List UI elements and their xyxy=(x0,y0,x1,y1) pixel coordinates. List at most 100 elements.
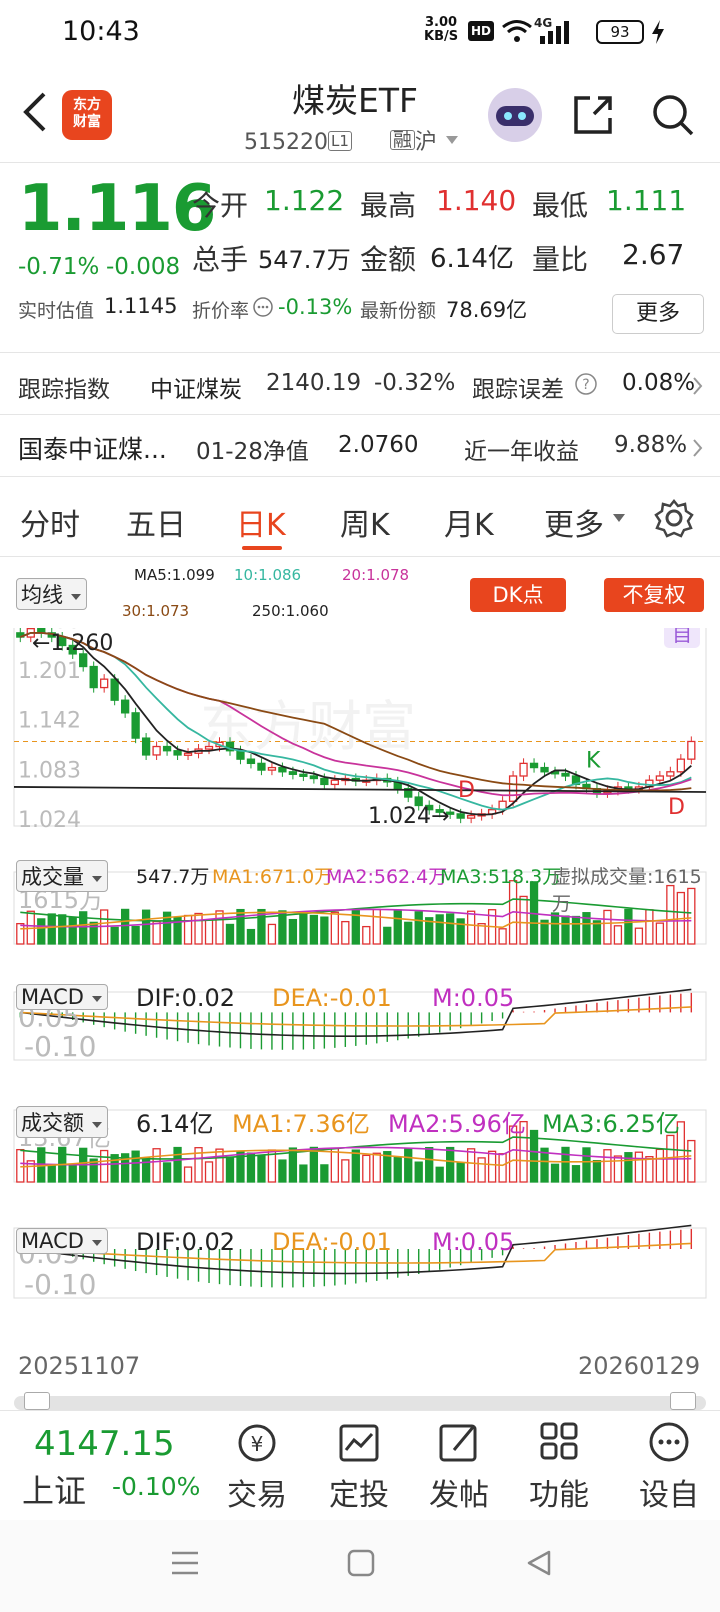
tracking-index-value: 2140.19 xyxy=(266,370,362,396)
macd2-selector[interactable]: MACD xyxy=(16,1228,108,1254)
candle-body xyxy=(687,740,696,760)
assistant-avatar[interactable] xyxy=(488,88,542,142)
candle-body xyxy=(120,699,130,714)
ma5-label: MA5:1.099 xyxy=(134,566,215,584)
scroll-handle-left[interactable] xyxy=(24,1392,50,1410)
ma-selector[interactable]: 均线 xyxy=(16,578,87,610)
trade-icon[interactable]: ¥ xyxy=(232,1420,282,1466)
volume-bar xyxy=(89,921,98,945)
volume-bar xyxy=(246,928,256,945)
chevron-down-icon xyxy=(91,1240,102,1246)
max-price-label: ←1.260 xyxy=(32,631,113,656)
chevron-right-icon[interactable] xyxy=(692,438,704,458)
volume-indicator-selector[interactable]: 成交量 xyxy=(16,860,108,892)
volume-bar xyxy=(383,926,392,945)
fund-name[interactable]: 国泰中证煤... xyxy=(18,430,167,466)
candle-body xyxy=(466,814,476,819)
macd2-m: M:0.05 xyxy=(432,1228,515,1256)
volume-bar xyxy=(393,1156,402,1183)
scroll-handle-right[interactable] xyxy=(670,1392,696,1410)
chevron-down-icon xyxy=(70,594,81,600)
volume-bar xyxy=(362,1154,371,1183)
battery-icon: 93 xyxy=(596,20,644,44)
macd-y-label: -0.10 xyxy=(24,1030,96,1063)
tab-more[interactable]: 更多 xyxy=(544,500,604,544)
tab-five-day[interactable]: 五日 xyxy=(126,500,186,544)
volume-bar xyxy=(571,1165,581,1183)
invest-plan-label[interactable]: 定投 xyxy=(309,1470,409,1514)
watchlist-label[interactable]: 设自 xyxy=(619,1470,719,1514)
ma250-label: 250:1.060 xyxy=(252,602,329,620)
macd-selector[interactable]: MACD xyxy=(16,984,108,1010)
volume-bar xyxy=(288,918,298,945)
candle-body xyxy=(655,775,665,781)
back-nav-icon[interactable] xyxy=(524,1548,554,1578)
trade-label[interactable]: 交易 xyxy=(207,1470,307,1514)
more-dots-icon[interactable] xyxy=(644,1420,694,1466)
shares-label: 最新份额 xyxy=(360,300,437,322)
y-axis-label: 1.142 xyxy=(18,709,81,734)
candle-body xyxy=(131,712,140,739)
candle-body xyxy=(110,678,119,701)
start-date: 20251107 xyxy=(18,1352,141,1380)
volume-bar xyxy=(330,1147,339,1183)
post-icon[interactable] xyxy=(434,1420,484,1466)
info-icon[interactable] xyxy=(252,296,274,318)
share-icon[interactable] xyxy=(570,92,616,138)
volume-bar xyxy=(162,1162,172,1183)
back-icon[interactable] xyxy=(16,90,56,134)
help-icon[interactable]: ? xyxy=(574,372,598,396)
home-icon[interactable] xyxy=(346,1548,376,1578)
svg-text:?: ? xyxy=(582,377,589,393)
premium-value: -0.13% xyxy=(278,295,353,319)
sh-index-name[interactable]: 上证 xyxy=(22,1466,86,1512)
tab-monthly-k[interactable]: 月K xyxy=(444,500,494,544)
volume-bar xyxy=(225,923,235,945)
volume-bar xyxy=(100,1149,109,1183)
volume-bar xyxy=(120,908,130,945)
post-label[interactable]: 发帖 xyxy=(409,1470,509,1514)
scroll-track[interactable] xyxy=(14,1396,706,1410)
network-speed: 3.00 KB/S xyxy=(424,15,459,44)
volume-bar xyxy=(571,915,581,945)
volume-bar xyxy=(141,909,151,945)
volume-bar xyxy=(393,909,402,945)
volume-bar xyxy=(320,1164,329,1183)
chevron-down-icon xyxy=(613,514,625,522)
volume-bar xyxy=(592,1159,602,1183)
sh-index-value[interactable]: 4147.15 xyxy=(34,1424,175,1464)
search-icon[interactable] xyxy=(650,92,696,138)
macd2-dea: DEA:-0.01 xyxy=(272,1228,392,1256)
macd-m: M:0.05 xyxy=(432,984,515,1012)
volume-bar xyxy=(372,1152,381,1183)
volume-bar xyxy=(183,1166,193,1183)
candle-body xyxy=(183,752,193,756)
adjust-button[interactable]: 不复权 xyxy=(604,578,704,612)
amount-indicator-selector[interactable]: 成交额 xyxy=(16,1106,108,1138)
functions-icon[interactable] xyxy=(534,1420,584,1466)
tab-intraday[interactable]: 分时 xyxy=(20,500,80,544)
volume-bar xyxy=(655,922,665,945)
more-button[interactable]: 更多 xyxy=(612,294,704,334)
volume-bar xyxy=(236,908,245,945)
tab-daily-k[interactable]: 日K xyxy=(236,500,286,544)
low-label: 最低 xyxy=(532,189,589,222)
dk-point-button[interactable]: DK点 xyxy=(470,578,566,612)
macd-dif: DIF:0.02 xyxy=(136,984,236,1012)
settings-gear-icon[interactable] xyxy=(654,498,694,538)
functions-label[interactable]: 功能 xyxy=(509,1470,609,1514)
invest-plan-icon[interactable] xyxy=(334,1420,384,1466)
volume-bar xyxy=(603,1149,612,1183)
menu-icon[interactable] xyxy=(168,1548,202,1578)
chevron-down-icon xyxy=(445,136,458,144)
tracking-index-name[interactable]: 中证煤炭 xyxy=(150,370,242,404)
volume-bar xyxy=(435,1166,444,1183)
app-logo[interactable]: 东方 财富 xyxy=(62,90,112,140)
open-value: 1.122 xyxy=(264,184,345,217)
tab-weekly-k[interactable]: 周K xyxy=(340,500,390,544)
level-tag: L1 xyxy=(327,131,352,151)
volume-bar xyxy=(47,1165,56,1183)
volume-bar xyxy=(194,912,203,945)
chevron-right-icon[interactable] xyxy=(692,376,704,396)
amount-ma3: MA3:6.25亿 xyxy=(542,1110,680,1138)
